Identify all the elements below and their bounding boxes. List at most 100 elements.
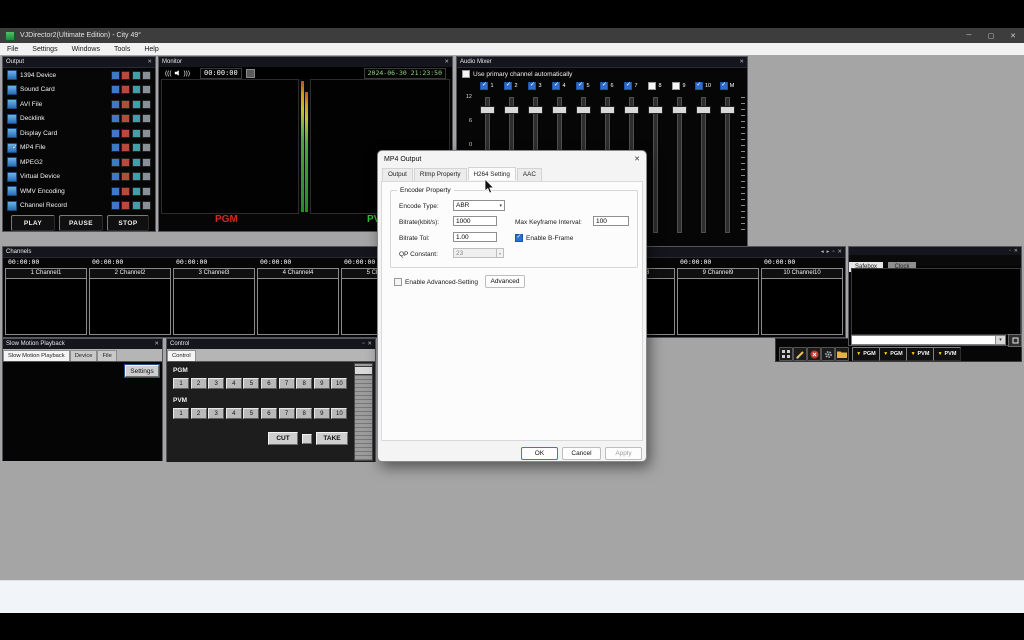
transition-tbar[interactable] xyxy=(354,363,373,461)
grid-icon[interactable] xyxy=(779,347,793,361)
float-icon[interactable]: ▫ xyxy=(1009,248,1011,254)
pgm-source-button[interactable]: 5 xyxy=(243,378,259,389)
volume-slider[interactable] xyxy=(677,97,682,233)
channel-checkbox[interactable] xyxy=(695,82,703,90)
channel-checkbox[interactable] xyxy=(528,82,536,90)
bitrate-input[interactable] xyxy=(453,216,497,226)
settings-icon[interactable] xyxy=(142,114,151,123)
safebox-action-button[interactable] xyxy=(1008,334,1022,347)
settings-icon[interactable] xyxy=(142,85,151,94)
tab-device[interactable]: Device xyxy=(70,350,98,361)
settings-icon[interactable] xyxy=(142,71,151,80)
close-icon[interactable]: ✕ xyxy=(739,58,744,67)
max-keyframe-input[interactable] xyxy=(593,216,629,226)
speaker-icon[interactable] xyxy=(174,69,182,77)
output-item[interactable]: Channel Record xyxy=(5,199,153,214)
take-button[interactable]: TAKE xyxy=(316,432,348,445)
monitor-icon[interactable] xyxy=(111,158,120,167)
tbar-handle[interactable] xyxy=(354,366,373,375)
volume-slider[interactable] xyxy=(653,97,658,233)
output-item[interactable]: MPEG2 xyxy=(5,155,153,170)
output-item[interactable]: Decklink xyxy=(5,112,153,127)
channel-checkbox[interactable] xyxy=(624,82,632,90)
record-indicator-icon[interactable] xyxy=(246,69,255,78)
channel-preview-4[interactable]: 4 Channel4 xyxy=(257,268,339,335)
volume-slider[interactable] xyxy=(725,97,730,233)
record-icon[interactable] xyxy=(121,143,130,152)
tab-aac[interactable]: AAC xyxy=(517,168,542,181)
tab-output[interactable]: Output xyxy=(382,168,413,181)
channel-preview-3[interactable]: 3 Channel3 xyxy=(173,268,255,335)
monitor-icon[interactable] xyxy=(111,187,120,196)
close-icon[interactable]: ✕ xyxy=(1002,32,1024,40)
cancel-button[interactable]: Cancel xyxy=(562,447,601,460)
ok-button[interactable]: OK xyxy=(521,447,558,460)
channel-checkbox[interactable] xyxy=(648,82,656,90)
output-item[interactable]: 1394 Device xyxy=(5,68,153,83)
pvm-source-button[interactable]: 8 xyxy=(296,408,312,419)
auto-primary-checkbox[interactable] xyxy=(462,70,470,78)
pgm-source-button[interactable]: 7 xyxy=(279,378,295,389)
tab-slow-motion-playback[interactable]: Slow Motion Playback xyxy=(3,350,70,361)
output-item-selected[interactable]: ✓MP4 File xyxy=(5,141,153,156)
pgm-source-button[interactable]: 6 xyxy=(261,378,277,389)
channel-preview-10[interactable]: 10 Channel10 xyxy=(761,268,843,335)
settings-icon[interactable] xyxy=(142,158,151,167)
pause-button[interactable]: PAUSE xyxy=(59,215,103,231)
menu-help[interactable]: Help xyxy=(137,46,165,53)
settings-icon[interactable] xyxy=(142,172,151,181)
edit-pencil-icon[interactable] xyxy=(793,347,807,361)
record-icon[interactable] xyxy=(121,158,130,167)
enable-bframe-checkbox[interactable] xyxy=(515,234,523,242)
pvm-source-button[interactable]: 4 xyxy=(226,408,242,419)
volume-slider[interactable] xyxy=(701,97,706,233)
record-icon[interactable] xyxy=(121,129,130,138)
transition-option-button[interactable] xyxy=(302,434,312,444)
folder-icon[interactable] xyxy=(835,347,849,361)
pvm-source-button[interactable]: 1 xyxy=(173,408,189,419)
output-item[interactable]: Display Card xyxy=(5,126,153,141)
scroll-right-icon[interactable]: ▸ xyxy=(827,248,830,257)
channel-checkbox[interactable] xyxy=(672,82,680,90)
apply-button[interactable]: Apply xyxy=(605,447,642,460)
settings-icon[interactable] xyxy=(142,129,151,138)
stream-icon[interactable] xyxy=(132,85,141,94)
settings-icon[interactable] xyxy=(142,201,151,210)
scroll-left-icon[interactable]: ◂ xyxy=(821,248,824,257)
stream-icon[interactable] xyxy=(132,158,141,167)
stream-icon[interactable] xyxy=(132,114,141,123)
pvm-source-button[interactable]: 6 xyxy=(261,408,277,419)
record-icon[interactable] xyxy=(121,85,130,94)
dropdown-icon[interactable]: ▾ xyxy=(995,336,1005,344)
send-pgm-a-button[interactable]: ▼PGM xyxy=(852,347,880,361)
pgm-source-button[interactable]: 10 xyxy=(331,378,347,389)
record-icon[interactable] xyxy=(121,71,130,80)
enable-advanced-checkbox[interactable] xyxy=(394,278,402,286)
menu-file[interactable]: File xyxy=(0,46,25,53)
close-icon[interactable]: ✕ xyxy=(367,340,372,349)
stream-icon[interactable] xyxy=(132,187,141,196)
pvm-source-button[interactable]: 5 xyxy=(243,408,259,419)
tab-control[interactable]: Control xyxy=(167,350,196,361)
pvm-source-button[interactable]: 2 xyxy=(191,408,207,419)
monitor-icon[interactable] xyxy=(111,201,120,210)
stream-icon[interactable] xyxy=(132,172,141,181)
stop-button[interactable]: STOP xyxy=(107,215,149,231)
channel-preview-2[interactable]: 2 Channel2 xyxy=(89,268,171,335)
record-icon[interactable] xyxy=(121,201,130,210)
tab-file[interactable]: File xyxy=(97,350,116,361)
close-icon[interactable]: ✕ xyxy=(154,340,159,349)
play-button[interactable]: PLAY xyxy=(11,215,55,231)
float-icon[interactable]: ▫ xyxy=(362,340,364,349)
channel-checkbox[interactable] xyxy=(600,82,608,90)
send-pvm-b-button[interactable]: ▼PVM xyxy=(933,347,961,361)
output-item[interactable]: AVI File xyxy=(5,97,153,112)
stream-icon[interactable] xyxy=(132,71,141,80)
channel-checkbox[interactable] xyxy=(720,82,728,90)
stream-icon[interactable] xyxy=(132,100,141,109)
channel-checkbox[interactable] xyxy=(552,82,560,90)
record-icon[interactable] xyxy=(121,172,130,181)
delete-icon[interactable] xyxy=(807,347,821,361)
close-icon[interactable]: ✕ xyxy=(634,155,640,163)
monitor-icon[interactable] xyxy=(111,129,120,138)
